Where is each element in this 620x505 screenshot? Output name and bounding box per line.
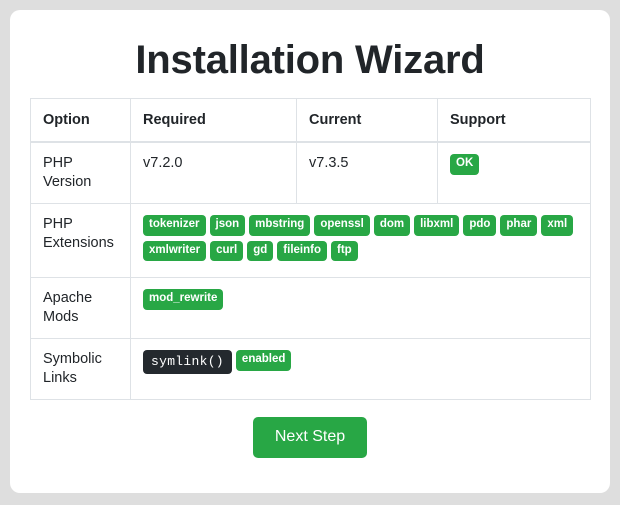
table-header-row: Option Required Current Support [30, 98, 591, 143]
php-extensions-badges: tokenizer json mbstring openssl dom libxml pdo… [130, 203, 591, 278]
page-title: Installation Wizard [135, 38, 485, 82]
row-required-value: v7.2.0 [130, 141, 297, 204]
symlink-status-badge: enabled [235, 350, 292, 371]
apache-mod-badge: mod_rewrite [143, 289, 224, 310]
extension-badge: xml [541, 215, 574, 236]
extension-badge: pdo [463, 215, 497, 236]
extension-badge: xmlwriter [143, 240, 207, 261]
extension-badge: gd [247, 240, 274, 261]
extension-badge: ftp [331, 240, 358, 261]
wizard-footer: Next Step [10, 400, 610, 458]
extension-badge: dom [373, 215, 411, 236]
extension-badge: json [209, 215, 246, 236]
extension-badge: phar [500, 215, 538, 236]
table-row: PHP Version v7.2.0 v7.3.5 OK [30, 141, 591, 204]
next-step-button[interactable]: Next Step [252, 417, 368, 458]
symbolic-links-badges: symlink() enabled [130, 338, 591, 400]
extension-badge: fileinfo [277, 240, 327, 261]
extension-badge: libxml [414, 215, 460, 236]
apache-mods-badges: mod_rewrite [130, 277, 591, 339]
column-header-option: Option [30, 98, 131, 143]
row-option-label: PHP Extensions [30, 203, 131, 278]
symlink-function-badge: symlink() [143, 350, 232, 374]
extension-badge: openssl [314, 215, 370, 236]
row-option-label: Apache Mods [30, 277, 131, 339]
row-current-value: v7.3.5 [296, 141, 438, 204]
status-badge: OK [450, 154, 480, 175]
row-support-badges: OK [437, 141, 591, 204]
installation-wizard-card: Installation Wizard Option Required Curr… [10, 10, 610, 493]
row-option-label: Symbolic Links [30, 338, 131, 400]
table-header: Option Required Current Support [30, 98, 591, 143]
table-body: PHP Version v7.2.0 v7.3.5 OK PHP Extensi… [30, 141, 591, 400]
column-header-required: Required [130, 98, 297, 143]
requirements-table-wrapper: Option Required Current Support PHP Vers… [30, 98, 591, 400]
extension-badge: curl [210, 240, 244, 261]
column-header-support: Support [437, 98, 591, 143]
requirements-table: Option Required Current Support PHP Vers… [30, 98, 591, 400]
column-header-current: Current [296, 98, 438, 143]
table-row: PHP Extensions tokenizer json mbstring open… [30, 203, 591, 278]
table-row: Apache Mods mod_rewrite [30, 277, 591, 339]
extension-badge: mbstring [249, 215, 311, 236]
extension-badge: tokenizer [143, 215, 206, 236]
table-row: Symbolic Links symlink() enabled [30, 338, 591, 400]
row-option-label: PHP Version [30, 141, 131, 204]
